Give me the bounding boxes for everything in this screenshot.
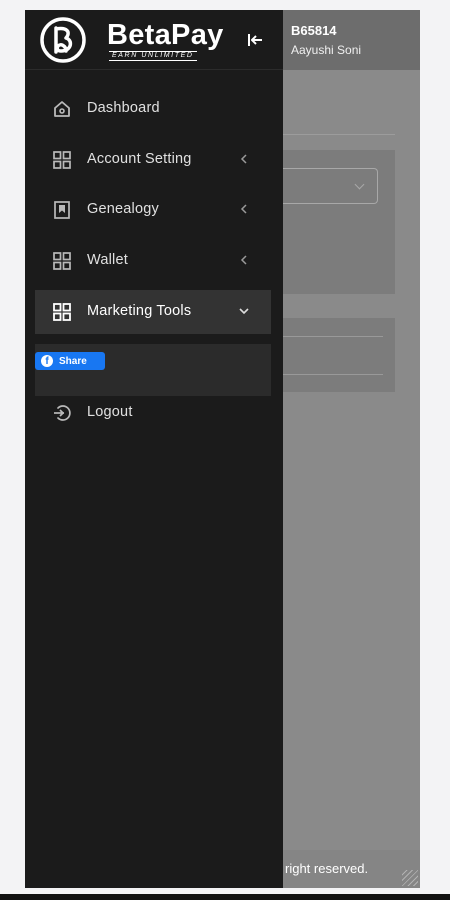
footer-copyright: right reserved.: [285, 861, 369, 876]
sidebar-item-logout[interactable]: Logout: [35, 391, 271, 435]
sidebar-item-marketing-tools[interactable]: Marketing Tools: [35, 290, 271, 334]
resize-grip-icon[interactable]: [402, 870, 418, 886]
user-id: B65814: [291, 23, 337, 38]
marketing-tools-submenu: f Share: [35, 344, 271, 396]
facebook-share-button[interactable]: f Share: [35, 352, 105, 370]
share-label: Share: [59, 355, 87, 367]
sidebar-item-wallet[interactable]: Wallet: [35, 239, 271, 283]
chevron-left-icon: [240, 255, 247, 265]
sidebar-item-dashboard[interactable]: Dashboard: [35, 87, 271, 131]
grid-icon: [53, 252, 71, 270]
content-divider: [283, 134, 395, 135]
row-divider: [283, 374, 383, 375]
grid-icon: [53, 151, 71, 169]
sidebar-item-genealogy[interactable]: Genealogy: [35, 188, 271, 232]
logout-icon: [54, 405, 71, 421]
betapay-logo-icon: [40, 17, 86, 63]
sidebar-item-label: Account Setting: [87, 151, 192, 167]
sidebar-item-label: Wallet: [87, 252, 128, 268]
chevron-down-icon: [239, 308, 249, 315]
brand-tagline: EARN UNLIMITED: [109, 51, 197, 61]
chevron-left-icon: [240, 154, 247, 164]
bookmark-icon: [54, 201, 70, 219]
dropdown-select[interactable]: [283, 168, 378, 204]
collapse-sidebar-icon[interactable]: [245, 30, 265, 50]
user-name: Aayushi Soni: [291, 43, 362, 57]
home-icon: [54, 101, 70, 117]
chevron-down-icon: [354, 179, 365, 190]
brand-header: BetaPay EARN UNLIMITED: [25, 10, 283, 70]
facebook-icon: f: [41, 355, 53, 367]
grid-icon: [53, 303, 71, 321]
sidebar-item-label: Dashboard: [87, 100, 160, 116]
chevron-left-icon: [240, 204, 247, 214]
row-divider: [283, 336, 383, 337]
brand-name: BetaPay: [107, 19, 224, 51]
sidebar: BetaPay EARN UNLIMITED Dashboard Account…: [25, 10, 283, 888]
sidebar-item-label: Genealogy: [87, 201, 159, 217]
window-bottom-edge: [0, 894, 450, 900]
sidebar-item-account-setting[interactable]: Account Setting: [35, 138, 271, 182]
sidebar-item-label: Marketing Tools: [87, 303, 192, 319]
content-card-secondary: [283, 318, 395, 392]
sidebar-item-label: Logout: [87, 404, 133, 420]
